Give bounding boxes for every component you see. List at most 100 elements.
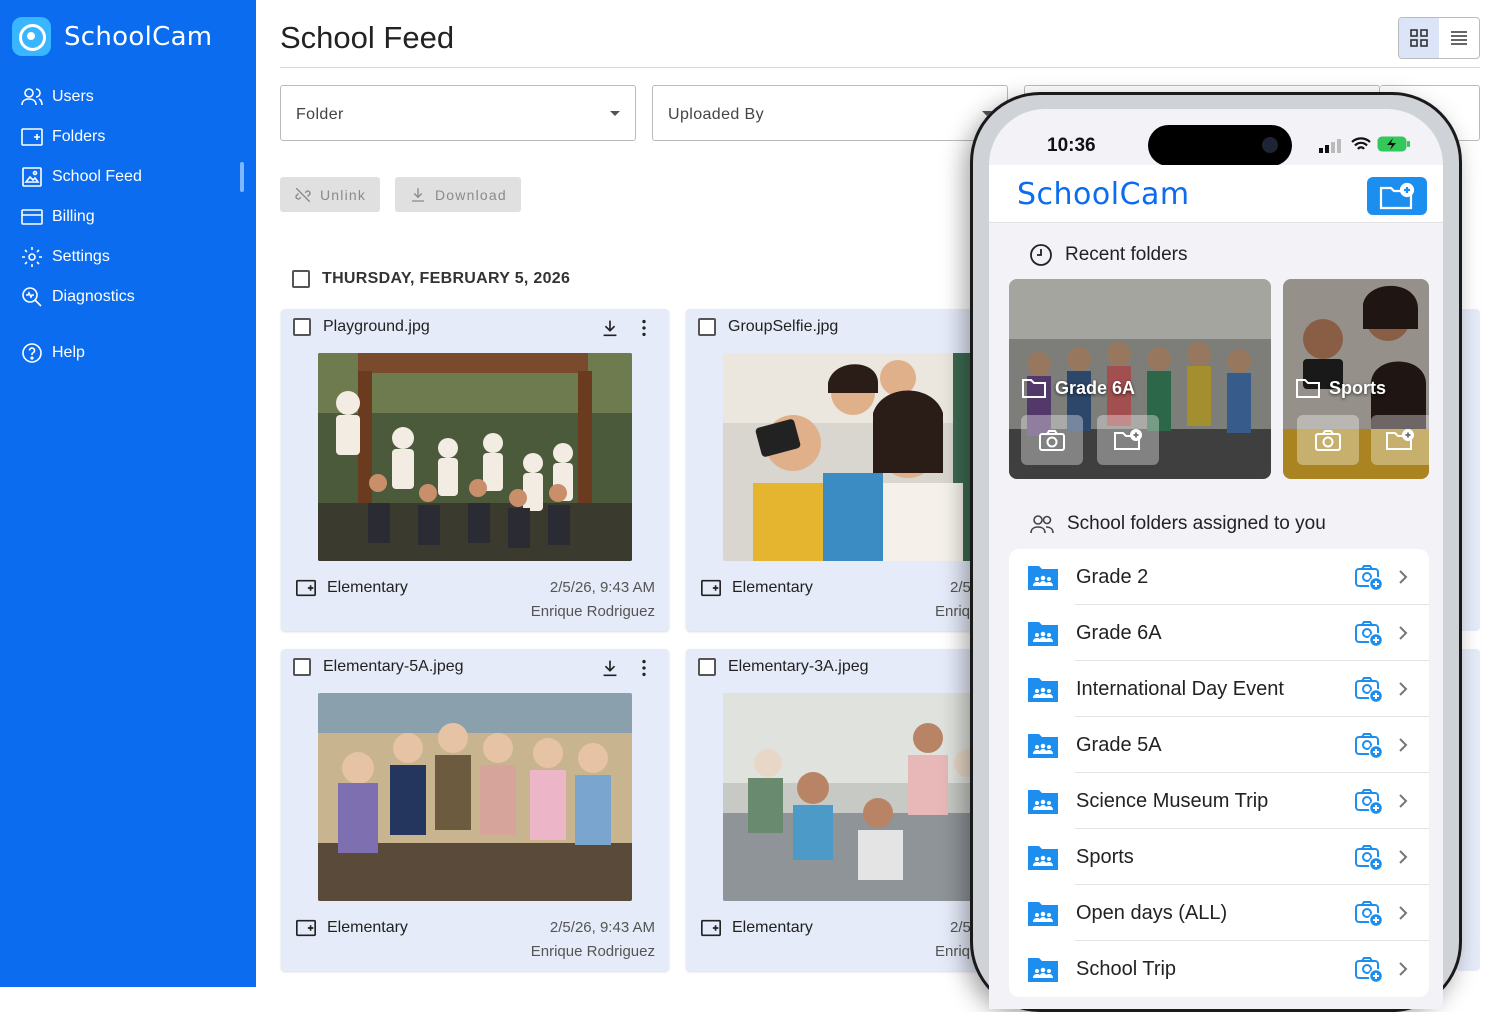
camera-plus-icon[interactable] [1354, 786, 1384, 816]
folder-icon [296, 579, 316, 597]
recent-folder-name: Sports [1329, 377, 1387, 398]
card-uploader: Enriq [935, 943, 971, 960]
card-header: Playground.jpg [293, 318, 430, 336]
assigned-folder-row[interactable]: Science Museum Trip [1009, 773, 1429, 829]
card-folder[interactable]: Elementary [700, 577, 813, 599]
sidebar-item-help[interactable]: Help [20, 341, 85, 365]
sidebar-item-billing[interactable]: Billing [20, 205, 95, 229]
folder-icon [701, 919, 721, 937]
assigned-folder-name: School Trip [1076, 958, 1177, 980]
assigned-folder-name: Grade 2 [1076, 566, 1149, 588]
photo-checkbox[interactable] [293, 658, 311, 676]
brand-name: SchoolCam [64, 21, 213, 52]
assigned-folder-row[interactable]: Open days (ALL) [1009, 885, 1429, 941]
shared-folder-icon [1028, 790, 1058, 814]
image-icon [22, 167, 42, 187]
camera-plus-icon[interactable] [1354, 898, 1384, 928]
assigned-folders-title: School folders assigned to you [1067, 513, 1326, 534]
users-icon [1030, 515, 1054, 534]
brand[interactable]: SchoolCam [12, 17, 212, 56]
photo-filename: GroupSelfie.jpg [728, 318, 839, 335]
help-icon [22, 343, 42, 363]
camera-plus-icon[interactable] [1354, 730, 1384, 760]
chevron-right-icon [1399, 906, 1408, 920]
sidebar-item-diagnostics[interactable]: Diagnostics [20, 285, 135, 309]
take-photo-button[interactable] [1021, 415, 1083, 465]
card-folder[interactable]: Elementary [295, 917, 408, 939]
card-folder[interactable]: Elementary [295, 577, 408, 599]
download-icon[interactable] [599, 657, 621, 679]
photo-card[interactable]: Elementary-5A.jpeg Elementary 2/5/26, 9:… [281, 649, 669, 971]
recent-folder-name: Grade 6A [1055, 377, 1136, 398]
take-photo-button[interactable] [1297, 415, 1359, 465]
dynamic-island [1148, 125, 1292, 166]
assigned-folders-heading: School folders assigned to you [1029, 513, 1326, 535]
users-icon [21, 88, 43, 106]
camera-plus-icon[interactable] [1354, 618, 1384, 648]
assigned-folder-row[interactable]: Grade 5A [1009, 717, 1429, 773]
chevron-right-icon [1399, 570, 1408, 584]
add-subfolder-button[interactable] [1097, 415, 1159, 465]
add-subfolder-button[interactable] [1371, 415, 1429, 465]
unlink-button[interactable]: Unlink [280, 177, 381, 212]
shared-folder-icon [1028, 902, 1058, 926]
chevron-right-icon [1399, 850, 1408, 864]
phone-screen: 10:36 SchoolCam Recent folders Grade 6A … [989, 109, 1443, 1009]
signal-icon [1319, 139, 1341, 153]
uploaded-by-select[interactable]: Uploaded By [652, 85, 1008, 141]
sidebar-item-users[interactable]: Users [20, 85, 94, 109]
sidebar-item-label: Help [52, 344, 85, 361]
photo-thumbnail[interactable] [318, 353, 632, 561]
photo-checkbox[interactable] [698, 318, 716, 336]
sidebar-item-label: Diagnostics [52, 288, 135, 305]
wifi-icon [1351, 137, 1371, 150]
sidebar-item-settings[interactable]: Settings [20, 245, 110, 269]
camera-plus-icon[interactable] [1354, 842, 1384, 872]
photo-checkbox[interactable] [293, 318, 311, 336]
sidebar-item-school-feed[interactable]: School Feed [20, 165, 142, 189]
folder-select[interactable]: Folder [280, 85, 636, 141]
sidebar-item-folders[interactable]: Folders [20, 125, 105, 149]
chevron-right-icon [1399, 682, 1408, 696]
camera-icon [1039, 430, 1065, 451]
photo-thumbnail[interactable] [318, 693, 632, 901]
list-icon [1451, 31, 1467, 45]
uploaded-by-select-label: Uploaded By [668, 106, 765, 123]
more-vert-icon[interactable] [633, 317, 655, 339]
photo-card[interactable]: Playground.jpg Elementary 2/5/26, 9:43 A… [281, 309, 669, 631]
recent-folders-heading: Recent folders [1029, 243, 1188, 267]
photo-filename: Elementary-3A.jpeg [728, 658, 869, 675]
battery-charging-icon [1377, 136, 1410, 152]
camera-plus-icon[interactable] [1354, 954, 1384, 984]
sidebar-item-label: Users [52, 88, 94, 105]
assigned-folder-name: Science Museum Trip [1076, 790, 1269, 812]
phone-app-bar: SchoolCam [989, 165, 1443, 223]
page-title: School Feed [280, 20, 455, 55]
unlink-button-label: Unlink [320, 186, 367, 203]
card-folder[interactable]: Elementary [700, 917, 813, 939]
camera-plus-icon[interactable] [1354, 562, 1384, 592]
more-vert-icon[interactable] [633, 657, 655, 679]
assigned-folder-row[interactable]: Sports [1009, 829, 1429, 885]
download-button[interactable]: Download [395, 177, 521, 212]
recent-folder-tile[interactable]: Sports [1283, 279, 1429, 479]
recent-folder-tile[interactable]: Grade 6A [1009, 279, 1271, 479]
list-view-button[interactable] [1439, 18, 1479, 58]
date-group-checkbox[interactable] [292, 270, 310, 288]
assigned-folder-row[interactable]: International Day Event [1009, 661, 1429, 717]
download-icon [412, 187, 424, 202]
download-icon[interactable] [599, 317, 621, 339]
card-uploader: Enrique Rodriguez [530, 943, 655, 960]
new-folder-button[interactable] [1367, 177, 1427, 215]
schoolcam-logo-icon [12, 17, 51, 56]
photo-filename: Elementary-5A.jpeg [323, 658, 464, 675]
assigned-folder-row[interactable]: School Trip [1009, 941, 1429, 997]
photo-checkbox[interactable] [698, 658, 716, 676]
assigned-folder-row[interactable]: Grade 6A [1009, 605, 1429, 661]
status-time: 10:36 [1047, 135, 1096, 156]
camera-plus-icon[interactable] [1354, 674, 1384, 704]
grid-view-button[interactable] [1399, 18, 1439, 58]
camera-icon [1315, 430, 1341, 451]
assigned-folder-row[interactable]: Grade 2 [1009, 549, 1429, 605]
phone-frame: 10:36 SchoolCam Recent folders Grade 6A … [973, 95, 1459, 1009]
